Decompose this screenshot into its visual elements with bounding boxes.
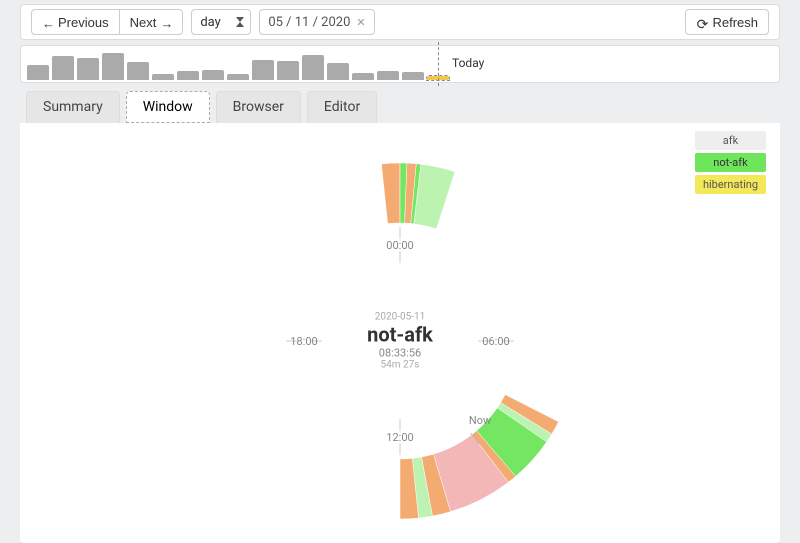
sparkline-bar[interactable] [327, 63, 349, 80]
sparkline-bar[interactable] [27, 65, 49, 80]
arrow-right-icon [160, 16, 172, 28]
arrow-left-icon [42, 16, 54, 28]
legend: afk not-afk hibernating [695, 131, 766, 194]
today-marker [438, 42, 439, 86]
refresh-icon [696, 16, 708, 28]
center-status: not-afk [367, 323, 433, 347]
view-tabs: SummaryWindowBrowserEditor [20, 91, 780, 123]
sparkline-bar[interactable] [302, 55, 324, 80]
clock-center-info: 2020-05-11 not-afk 08:33:56 54m 27s [367, 312, 433, 371]
sparkline-bar[interactable] [402, 72, 424, 80]
tab-summary[interactable]: Summary [26, 91, 120, 123]
next-button[interactable]: Next [119, 9, 184, 35]
svg-text:00:00: 00:00 [386, 239, 413, 252]
date-value: 05 / 11 / 2020 [268, 15, 350, 30]
now-label: Now [469, 414, 492, 427]
sparkline-bar[interactable] [177, 71, 199, 80]
sparkline-bar[interactable] [152, 74, 174, 80]
clear-date-icon[interactable]: ✕ [356, 16, 365, 29]
tab-editor[interactable]: Editor [307, 91, 377, 123]
sparkline-bar[interactable] [377, 71, 399, 80]
sparkline-bar[interactable] [252, 60, 274, 80]
sparkline-bar[interactable] [102, 53, 124, 80]
center-time: 08:33:56 [367, 347, 433, 360]
legend-hibernating[interactable]: hibernating [695, 175, 766, 194]
sparkline-bar[interactable] [227, 74, 249, 80]
previous-button[interactable]: Previous [31, 9, 120, 35]
period-select[interactable]: day [191, 9, 251, 35]
date-input[interactable]: 05 / 11 / 2020 ✕ [259, 9, 374, 35]
sparkline-bar[interactable] [77, 58, 99, 80]
sparkline-bar[interactable] [352, 73, 374, 80]
refresh-button[interactable]: Refresh [685, 9, 769, 35]
svg-text:12:00: 12:00 [386, 431, 413, 444]
center-duration: 54m 27s [367, 360, 433, 371]
sparkline-bar[interactable] [52, 56, 74, 80]
previous-label: Previous [58, 15, 109, 30]
svg-text:06:00: 06:00 [482, 335, 509, 348]
today-label: Today [452, 56, 484, 70]
svg-text:18:00: 18:00 [290, 335, 317, 348]
legend-afk[interactable]: afk [695, 131, 766, 150]
center-date: 2020-05-11 [367, 312, 433, 323]
activity-clock[interactable]: 00:00 06:00 12:00 18:00 Now 2020-05-11 not-a… [220, 161, 580, 521]
legend-not-afk[interactable]: not-afk [695, 153, 766, 172]
tab-browser[interactable]: Browser [216, 91, 301, 123]
prev-next-group: Previous Next [31, 9, 183, 35]
timeline-sparkline[interactable]: Today [20, 45, 780, 83]
sparkline-bar[interactable] [202, 70, 224, 80]
period-select-value: day [200, 15, 220, 30]
date-controls: Previous Next day 05 / 11 / 2020 ✕ Refre… [20, 4, 780, 40]
activity-panel: afk not-afk hibernating 00:00 06:00 12:00 1… [20, 123, 780, 543]
tab-window[interactable]: Window [126, 91, 210, 123]
sparkline-bar[interactable] [127, 62, 149, 80]
sparkline-bar[interactable] [277, 61, 299, 80]
refresh-label: Refresh [712, 15, 758, 30]
next-label: Next [130, 15, 157, 30]
